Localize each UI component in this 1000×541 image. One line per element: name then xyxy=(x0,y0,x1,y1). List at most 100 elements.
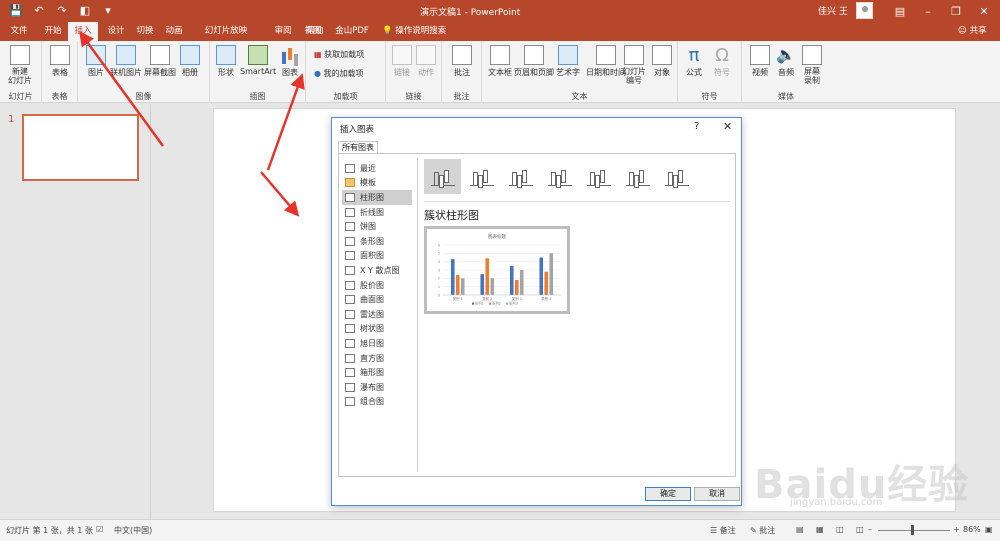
chart-category-item[interactable]: 箱形图 xyxy=(342,365,412,380)
chart-category-item[interactable]: 组合图 xyxy=(342,395,412,410)
zoom-in-icon[interactable]: + xyxy=(953,525,960,534)
cancel-button[interactable]: 取消 xyxy=(694,487,740,501)
slide-thumbnail[interactable] xyxy=(22,114,139,181)
customize-icon[interactable]: ▾ xyxy=(100,3,116,18)
picture-button[interactable]: 图片 xyxy=(86,45,106,78)
3d-clustered-column-icon[interactable] xyxy=(541,159,578,194)
clustered-column-icon[interactable] xyxy=(424,159,461,194)
tell-me-search[interactable]: 💡 操作说明搜索 xyxy=(382,22,446,41)
tab-design[interactable]: 设计 xyxy=(101,22,131,41)
ok-button[interactable]: 确定 xyxy=(645,487,691,501)
notes-button[interactable]: ☰ 备注 xyxy=(710,525,736,536)
tab-insert[interactable]: 插入 xyxy=(68,22,98,41)
avatar[interactable] xyxy=(856,2,873,19)
tab-help[interactable]: 帮助 xyxy=(300,22,330,41)
spellcheck-icon[interactable]: ☑ xyxy=(96,525,103,534)
textbox-button[interactable]: 文本框 xyxy=(488,45,512,78)
comments-button[interactable]: ✎ 批注 xyxy=(750,525,775,536)
shapes-button[interactable]: 形状 xyxy=(216,45,236,78)
action-button[interactable]: 动作 xyxy=(416,45,436,78)
watermark-url: jingyan.baidu.com xyxy=(790,497,883,508)
zoom-slider[interactable] xyxy=(878,530,950,531)
save-icon[interactable]: 💾 xyxy=(8,3,24,18)
stacked-column-icon[interactable] xyxy=(463,159,500,194)
redo-icon[interactable]: ↷ xyxy=(54,3,70,18)
fit-slide-icon[interactable]: ▣ xyxy=(985,525,993,534)
chart-category-item[interactable]: 股价图 xyxy=(342,278,412,293)
ribbon-display-icon[interactable]: ▤ xyxy=(886,2,914,20)
chart-category-item[interactable]: 柱形图 xyxy=(342,190,412,205)
chart-category-item[interactable]: 折线图 xyxy=(342,205,412,220)
shapes-icon xyxy=(216,45,236,65)
chart-category-item[interactable]: 树状图 xyxy=(342,322,412,337)
tab-pdf[interactable]: 金山PDF xyxy=(332,22,372,41)
chart-category-item[interactable]: 面积图 xyxy=(342,249,412,264)
chart-category-item[interactable]: 最近 xyxy=(342,161,412,176)
chart-category-item[interactable]: 直方图 xyxy=(342,351,412,366)
share-button[interactable]: ☺ 共享 xyxy=(958,22,987,41)
3d-100-stacked-column-icon[interactable] xyxy=(619,159,656,194)
group-label-text: 文本 xyxy=(571,92,588,101)
3d-column-icon[interactable] xyxy=(658,159,695,194)
symbol-button[interactable]: Ω 符号 xyxy=(714,45,730,78)
chart-preview[interactable]: 图表标题 6 5 4 3 2 1 0 类别 1 类别 2 类别 3 类别 4 系列1 系列2 系列3 xyxy=(424,226,570,314)
video-button[interactable]: 视频 xyxy=(750,45,770,78)
audio-button[interactable]: 🔈 音频 xyxy=(776,45,796,78)
tab-all-charts[interactable]: 所有图表 xyxy=(338,141,378,153)
reading-view-icon[interactable]: ◫ xyxy=(836,525,844,534)
slideshow-icon[interactable]: ◫ xyxy=(856,525,864,534)
datetime-button[interactable]: 日期和时间 xyxy=(586,45,626,78)
language[interactable]: 中文(中国) xyxy=(114,525,152,536)
100-stacked-column-icon[interactable] xyxy=(502,159,539,194)
tab-file[interactable]: 文件 xyxy=(4,22,34,41)
present-icon[interactable]: ◧ xyxy=(77,3,93,18)
chart-category-item[interactable]: 模板 xyxy=(342,176,412,191)
online-picture-button[interactable]: 联机图片 xyxy=(110,45,142,78)
normal-view-icon[interactable]: ▤ xyxy=(796,525,804,534)
zoom-level[interactable]: 86% xyxy=(963,525,981,534)
minimize-icon[interactable]: – xyxy=(914,2,942,20)
smartart-button[interactable]: SmartArt xyxy=(240,45,276,76)
table-button[interactable]: 表格 xyxy=(50,45,70,78)
tab-transitions[interactable]: 切换 xyxy=(130,22,160,41)
wordart-button[interactable]: 艺术字 xyxy=(556,45,580,78)
tab-slideshow[interactable]: 幻灯片放映 xyxy=(190,22,262,41)
dialog-title: 插入图表 xyxy=(340,125,375,135)
slide-number-button[interactable]: 幻灯片 编号 xyxy=(622,45,646,85)
3d-stacked-column-icon[interactable] xyxy=(580,159,617,194)
screen-record-button[interactable]: 屏幕 录制 xyxy=(802,45,822,85)
user-name[interactable]: 佳兴 王 xyxy=(818,4,848,17)
tab-home[interactable]: 开始 xyxy=(38,22,68,41)
restore-icon[interactable]: ❐ xyxy=(942,2,970,20)
group-media: 视频 🔈 音频 屏幕 录制 媒体 xyxy=(742,41,830,103)
header-footer-button[interactable]: 页眉和页脚 xyxy=(514,45,554,78)
chart-category-item[interactable]: 条形图 xyxy=(342,234,412,249)
comment-button[interactable]: 批注 xyxy=(452,45,472,78)
chart-category-item[interactable]: 雷达图 xyxy=(342,307,412,322)
link-button[interactable]: 链接 xyxy=(392,45,412,78)
new-slide-button[interactable]: 新建 幻灯片 xyxy=(8,45,32,85)
undo-icon[interactable]: ↶ xyxy=(31,3,47,18)
close-icon[interactable]: ✕ xyxy=(970,2,998,20)
chart-category-item[interactable]: 饼图 xyxy=(342,219,412,234)
zoom-out-icon[interactable]: – xyxy=(868,525,872,534)
zoom-slider-thumb[interactable] xyxy=(911,525,914,535)
picture-icon xyxy=(86,45,106,65)
chart-category-item[interactable]: 旭日图 xyxy=(342,336,412,351)
album-button[interactable]: 相册 xyxy=(180,45,200,78)
chart-category-item[interactable]: X Y 散点图 xyxy=(342,263,412,278)
screenshot-button[interactable]: 屏幕截图 xyxy=(144,45,176,78)
my-addins-button[interactable]: ● 我的加载项 xyxy=(314,68,364,79)
chart-button[interactable]: 图表 xyxy=(280,45,300,78)
slide-sorter-icon[interactable]: ▦ xyxy=(816,525,824,534)
chart-category-item[interactable]: 曲面图 xyxy=(342,292,412,307)
slide-number-label: 幻灯片 编号 xyxy=(622,67,646,85)
equation-button[interactable]: π 公式 xyxy=(686,45,702,78)
tab-review[interactable]: 审阅 xyxy=(268,22,298,41)
chart-category-item[interactable]: 瀑布图 xyxy=(342,380,412,395)
get-addins-button[interactable]: ▦ 获取加载项 xyxy=(314,49,364,60)
object-button[interactable]: 对象 xyxy=(652,45,672,78)
close-icon[interactable]: ✕ xyxy=(723,120,732,133)
help-button[interactable]: ? xyxy=(694,121,699,132)
tab-animations[interactable]: 动画 xyxy=(159,22,189,41)
